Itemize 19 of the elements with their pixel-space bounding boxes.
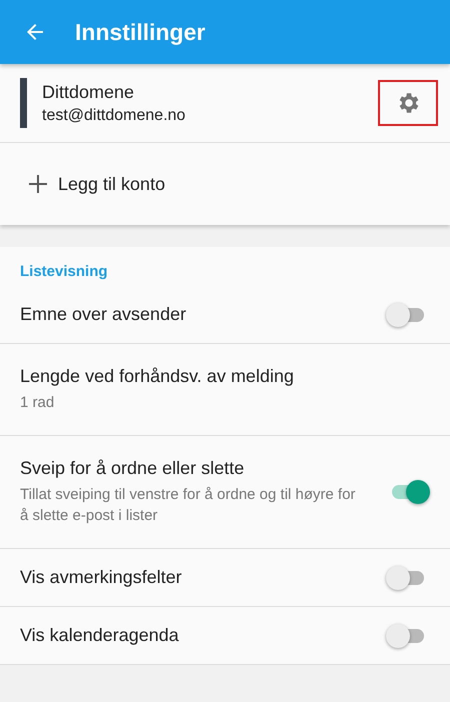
setting-row[interactable]: Vis kalenderagenda — [0, 607, 450, 665]
setting-summary: Tillat sveiping til venstre for å ordne og til høyre for å slette e-post i lister — [20, 485, 356, 526]
setting-summary: 1 rad — [20, 393, 56, 413]
setting-row[interactable]: Vis avmerkingsfelter — [0, 549, 450, 607]
plus-icon — [28, 174, 48, 194]
section-header: Listevisning — [19, 262, 109, 282]
settings-button[interactable] — [378, 80, 438, 126]
add-account-button[interactable]: Legg til konto — [0, 143, 450, 225]
setting-title: Vis kalenderagenda — [20, 625, 180, 646]
setting-row[interactable]: Lengde ved forhåndsv. av melding 1 rad — [0, 344, 450, 436]
screen-title: Innstillinger — [75, 18, 206, 46]
setting-title: Sveip for å ordne eller slette — [20, 458, 246, 479]
setting-row[interactable]: Emne over avsender — [0, 286, 450, 344]
account-name: Dittdomene — [42, 82, 136, 102]
setting-title: Emne over avsender — [20, 304, 188, 325]
account-email: test@dittdomene.no — [42, 106, 186, 124]
setting-title: Lengde ved forhåndsv. av melding — [20, 366, 295, 387]
setting-row[interactable]: Sveip for å ordne eller slette Tillat sveiping til venstre for å ordne og til høyre for å slette e-post i lister — [0, 436, 450, 549]
setting-title: Vis avmerkingsfelter — [20, 567, 183, 588]
